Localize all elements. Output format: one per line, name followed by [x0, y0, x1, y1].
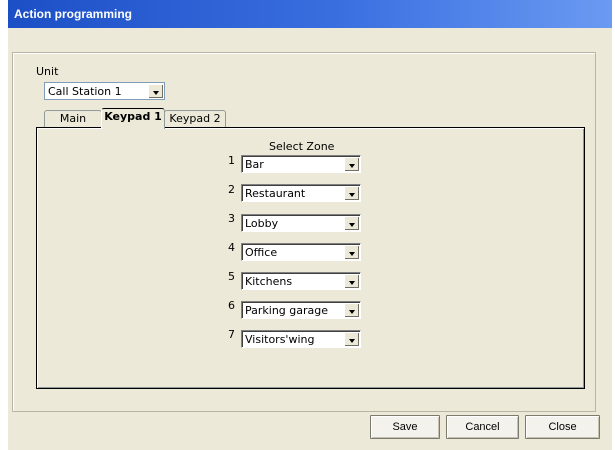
zone-select-4[interactable]: Office — [241, 243, 361, 261]
chevron-down-icon[interactable] — [344, 303, 359, 317]
zone-number: 1 — [228, 154, 235, 167]
unit-label: Unit — [36, 65, 59, 78]
chevron-down-icon[interactable] — [148, 84, 163, 98]
window-title: Action programming — [14, 7, 133, 21]
zone-select-2[interactable]: Restaurant — [241, 184, 361, 202]
zone-number: 2 — [228, 183, 235, 196]
chevron-down-icon[interactable] — [344, 274, 359, 288]
zone-select-5[interactable]: Kitchens — [241, 272, 361, 290]
zone-number: 7 — [228, 328, 235, 341]
close-button[interactable]: Close — [525, 415, 600, 439]
zone-select-6[interactable]: Parking garage — [241, 301, 361, 319]
zone-select-value: Office — [245, 246, 278, 259]
tab-keypad-1-label: Keypad 1 — [104, 110, 162, 123]
chevron-down-icon[interactable] — [344, 216, 359, 230]
unit-select[interactable]: Call Station 1 — [44, 82, 165, 100]
zone-select-value: Kitchens — [245, 275, 293, 288]
chevron-down-icon[interactable] — [344, 186, 359, 200]
zone-select-value: Restaurant — [245, 187, 306, 200]
tab-keypad-2-label: Keypad 2 — [169, 112, 221, 125]
zone-select-3[interactable]: Lobby — [241, 214, 361, 232]
chevron-down-icon[interactable] — [344, 157, 359, 171]
zone-select-value: Bar — [245, 158, 264, 171]
zone-select-value: Visitors'wing — [245, 333, 315, 346]
zone-number: 6 — [228, 299, 235, 312]
title-bar[interactable]: Action programming — [8, 0, 612, 28]
zone-select-value: Lobby — [245, 217, 279, 230]
chevron-down-icon[interactable] — [344, 245, 359, 259]
chevron-down-icon[interactable] — [344, 332, 359, 346]
zone-number: 3 — [228, 212, 235, 225]
zone-number: 5 — [228, 270, 235, 283]
zone-select-7[interactable]: Visitors'wing — [241, 330, 361, 348]
tab-keypad-2[interactable]: Keypad 2 — [164, 110, 226, 127]
tab-keypad-1[interactable]: Keypad 1 — [101, 108, 165, 129]
zone-select-value: Parking garage — [245, 304, 329, 317]
zone-select-1[interactable]: Bar — [241, 155, 361, 173]
tab-main-label: Main — [59, 112, 87, 125]
save-button[interactable]: Save — [370, 415, 440, 439]
select-zone-header: Select Zone — [269, 140, 335, 153]
zone-number: 4 — [228, 241, 235, 254]
cancel-button[interactable]: Cancel — [446, 415, 519, 439]
tab-main[interactable]: Main — [44, 110, 102, 127]
unit-select-value: Call Station 1 — [48, 85, 122, 98]
